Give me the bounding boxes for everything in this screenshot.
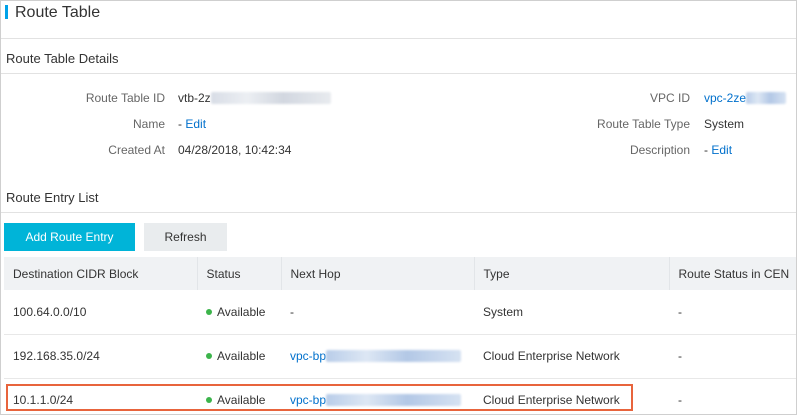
refresh-button[interactable]: Refresh (144, 223, 227, 251)
cell-type: System (474, 290, 669, 335)
status-available-icon (206, 308, 212, 315)
column-header-status: Status (197, 257, 282, 290)
title-accent-bar (5, 5, 8, 19)
route-table-id-text: vtb-2z (178, 91, 211, 105)
name-text: - (178, 117, 182, 131)
redacted-vpc-id (746, 92, 787, 104)
cell-next-hop: - (281, 290, 474, 335)
redacted-id (210, 92, 331, 104)
page-header: Route Table (1, 1, 796, 39)
column-header-cen-status: Route Status in CEN (669, 257, 796, 290)
cell-cidr: 192.168.35.0/24 (4, 334, 197, 379)
next-hop-link[interactable]: vpc-bp (290, 393, 326, 407)
route-table-type-value: System (704, 117, 745, 131)
status-text: Available (217, 304, 266, 319)
name-value: - Edit (178, 117, 206, 131)
cell-cen-status: - (669, 290, 796, 335)
status-text: Available (217, 393, 266, 407)
redacted-next-hop (326, 350, 462, 362)
cell-cen-status: - (669, 334, 796, 379)
cell-type: Cloud Enterprise Network (474, 378, 669, 415)
cell-next-hop: vpc-bp (281, 378, 474, 415)
description-label: Description (629, 143, 690, 157)
status-text: Available (217, 349, 266, 363)
cell-cen-status: - (669, 378, 796, 415)
vpc-id-value: vpc-2ze (704, 91, 787, 105)
entries-section-title: Route Entry List (6, 190, 99, 205)
cell-next-hop: vpc-bp (281, 334, 474, 379)
cell-status: Available (197, 334, 281, 379)
route-table-id-value: vtb-2z (178, 91, 331, 105)
cell-type: Cloud Enterprise Network (474, 334, 669, 379)
description-text: - (704, 143, 708, 157)
description-edit-link[interactable]: Edit (711, 143, 732, 157)
cell-cidr: 10.1.1.0/24 (4, 378, 197, 415)
cell-status: Available (197, 290, 281, 335)
vpc-id-link[interactable]: vpc-2ze (704, 91, 746, 105)
entries-divider (1, 212, 796, 213)
created-at-label: Created At (108, 143, 165, 157)
details-section-title: Route Table Details (6, 51, 119, 66)
cell-status: Available (197, 378, 281, 415)
route-entry-table: Destination CIDR Block Status Next Hop T… (4, 257, 796, 415)
name-label: Name (132, 117, 165, 131)
table-row: 10.1.1.0/24 Available vpc-bp Cloud Enter… (4, 378, 796, 415)
route-table-type-label: Route Table Type (597, 117, 690, 131)
status-available-icon (206, 353, 212, 359)
route-table-id-label: Route Table ID (85, 91, 165, 105)
name-edit-link[interactable]: Edit (185, 117, 206, 131)
cell-cidr: 100.64.0.0/10 (4, 290, 197, 335)
page-title: Route Table (15, 4, 101, 21)
status-available-icon (206, 397, 212, 403)
details-divider (1, 73, 796, 74)
add-route-entry-button[interactable]: Add Route Entry (4, 223, 135, 251)
created-at-value: 04/28/2018, 10:42:34 (178, 143, 292, 157)
column-header-destination: Destination CIDR Block (4, 257, 198, 290)
description-value: - Edit (704, 143, 732, 157)
vpc-id-label: VPC ID (649, 91, 690, 105)
table-header-row: Destination CIDR Block Status Next Hop T… (4, 257, 796, 290)
redacted-next-hop (326, 394, 462, 406)
next-hop-link[interactable]: vpc-bp (290, 349, 326, 363)
column-header-next-hop: Next Hop (281, 257, 475, 290)
table-row: 192.168.35.0/24 Available vpc-bp Cloud E… (4, 334, 796, 379)
table-row: 100.64.0.0/10 Available - System - (4, 290, 796, 335)
column-header-type: Type (474, 257, 670, 290)
